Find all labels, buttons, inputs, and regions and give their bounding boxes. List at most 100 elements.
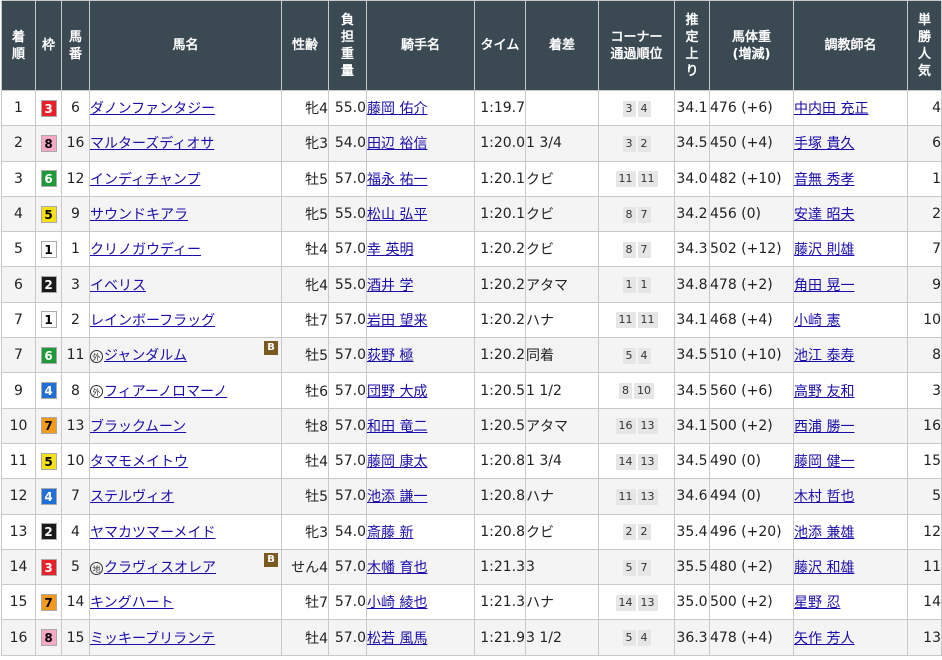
table-row: 10 7 13 ブラックムーン 牡8 57.0 和田 竜二 1:20.5 アタマ 16 13 34.1… bbox=[1, 407, 942, 444]
trainer-link[interactable]: 高野 友和 bbox=[795, 384, 855, 400]
last3f-cell: 34.1 bbox=[674, 89, 710, 127]
jockey-link[interactable]: 田辺 裕信 bbox=[368, 136, 428, 152]
trainer-link[interactable]: 星野 忍 bbox=[795, 595, 841, 611]
time-value: 1:20.2 bbox=[480, 241, 525, 258]
waku-badge: 3 bbox=[40, 99, 57, 117]
umaban-cell: 4 bbox=[61, 513, 90, 550]
jockey-link[interactable]: 松山 弘平 bbox=[368, 207, 428, 223]
header-margin: 着差 bbox=[525, 0, 599, 91]
trainer-link[interactable]: 手塚 貴久 bbox=[795, 136, 855, 152]
bodyweight-cell: 510 (+10) bbox=[709, 337, 794, 374]
rank-cell: 3 bbox=[1, 160, 36, 197]
horse-link[interactable]: キングハート bbox=[91, 595, 174, 611]
rank-value: 3 bbox=[14, 170, 23, 187]
trainer-link[interactable]: 藤岡 健一 bbox=[795, 454, 855, 470]
time-value: 1:19.7 bbox=[480, 100, 525, 117]
trainer-link[interactable]: 池江 泰寿 bbox=[795, 348, 855, 364]
margin-value: 1 3/4 bbox=[526, 135, 562, 152]
horse-link[interactable]: ダノンファンタジー bbox=[91, 101, 216, 117]
margin-value: 1 3/4 bbox=[526, 453, 562, 470]
jockey-link[interactable]: 斎藤 新 bbox=[368, 525, 414, 541]
time-cell: 1:20.1 bbox=[474, 160, 526, 197]
trainer-link[interactable]: 西浦 勝一 bbox=[795, 419, 855, 435]
time-value: 1:20.8 bbox=[480, 488, 525, 505]
horse-link[interactable]: イベリス bbox=[91, 278, 147, 294]
trainer-link[interactable]: 中内田 充正 bbox=[795, 101, 869, 117]
jockey-link[interactable]: 岩田 望来 bbox=[368, 313, 428, 329]
horse-link[interactable]: マルターズディオサ bbox=[91, 136, 215, 152]
trainer-link[interactable]: 池添 兼雄 bbox=[795, 525, 855, 541]
corner-pass-2: 10 bbox=[634, 383, 654, 400]
trainer-link[interactable]: 藤沢 則雄 bbox=[795, 242, 855, 258]
horse-link[interactable]: インディチャンプ bbox=[91, 172, 201, 188]
trainer-link[interactable]: 音無 秀孝 bbox=[795, 172, 855, 188]
umaban-cell: 11 bbox=[61, 337, 90, 374]
trainer-link[interactable]: 小崎 憲 bbox=[795, 313, 841, 329]
time-cell: 1:21.3 bbox=[474, 584, 526, 621]
corner-pass-2: 13 bbox=[637, 453, 658, 470]
trainer-link[interactable]: 安達 昭夫 bbox=[795, 207, 855, 223]
horse-link[interactable]: ヤマカツマーメイド bbox=[91, 525, 216, 541]
popularity-value: 9 bbox=[932, 276, 941, 293]
horse-link[interactable]: ミッキーブリランテ bbox=[91, 631, 216, 647]
horse-link[interactable]: ステルヴィオ bbox=[91, 489, 175, 505]
popularity-value: 11 bbox=[923, 559, 941, 575]
trainer-link[interactable]: 角田 晃一 bbox=[795, 278, 855, 294]
sexage-cell: 牡5 bbox=[281, 160, 329, 197]
sexage-value: 牝5 bbox=[305, 207, 328, 224]
jockey-cell: 和田 竜二 bbox=[366, 407, 475, 444]
time-cell: 1:20.5 bbox=[474, 407, 526, 444]
horse-link[interactable]: クラヴィスオレア bbox=[104, 560, 216, 576]
origin-mark-icon: 外 bbox=[90, 385, 103, 399]
jockey-link[interactable]: 松若 風馬 bbox=[368, 631, 428, 647]
trainer-link[interactable]: 木村 哲也 bbox=[795, 489, 855, 505]
jockey-link[interactable]: 木幡 育也 bbox=[368, 560, 428, 576]
jockey-link[interactable]: 荻野 極 bbox=[368, 348, 414, 364]
jockey-link[interactable]: 酒井 学 bbox=[368, 278, 414, 294]
umaban-cell: 14 bbox=[61, 584, 90, 621]
corner-pass-2: 7 bbox=[637, 559, 651, 576]
horse-link[interactable]: ジャンダルム bbox=[104, 348, 187, 364]
trainer-link[interactable]: 矢作 芳人 bbox=[795, 631, 855, 647]
horse-link[interactable]: サウンドキアラ bbox=[91, 207, 189, 223]
rank-cell: 13 bbox=[1, 513, 36, 550]
waku-badge: 7 bbox=[40, 417, 57, 435]
jockey-link[interactable]: 藤岡 佑介 bbox=[368, 101, 428, 117]
table-row: 9 4 8 外フィアーノロマーノ 牡6 57.0 団野 大成 1:20.5 1 1/2 8 10 34… bbox=[1, 372, 942, 409]
trainer-link[interactable]: 藤沢 和雄 bbox=[795, 560, 855, 576]
trainer-cell: 星野 忍 bbox=[793, 584, 908, 621]
horse-link[interactable]: レインボーフラッグ bbox=[91, 313, 216, 329]
jockey-link[interactable]: 小崎 綾也 bbox=[368, 595, 428, 611]
corner-pass-1: 11 bbox=[615, 488, 636, 505]
corner-pass-1: 5 bbox=[622, 559, 636, 576]
waku-cell: 4 bbox=[35, 372, 62, 409]
trainer-cell: 藤岡 健一 bbox=[793, 442, 908, 480]
umaban-value: 4 bbox=[71, 523, 80, 540]
popularity-cell: 15 bbox=[907, 442, 942, 480]
corner-cell: 87 bbox=[598, 195, 675, 233]
horse-link[interactable]: フィアーノロマーノ bbox=[104, 384, 227, 400]
horse-link[interactable]: タマモメイトウ bbox=[91, 454, 189, 470]
corner-pass-1: 5 bbox=[622, 347, 636, 364]
jockey-link[interactable]: 池添 謙一 bbox=[368, 489, 428, 505]
jockey-link[interactable]: 和田 竜二 bbox=[368, 419, 428, 435]
jockey-link[interactable]: 幸 英明 bbox=[368, 242, 414, 258]
jockey-link[interactable]: 団野 大成 bbox=[368, 384, 428, 400]
header-corner: コーナー 通過順位 bbox=[598, 0, 675, 91]
weight-value: 57.0 bbox=[334, 594, 366, 611]
corner-cell: 54 bbox=[598, 337, 675, 374]
corner-pass-1: 14 bbox=[615, 453, 636, 470]
sexage-value: せん4 bbox=[291, 560, 328, 576]
last3f-value: 34.0 bbox=[676, 170, 708, 187]
margin-value: 1 1/2 bbox=[526, 382, 562, 399]
horse-cell: 外フィアーノロマーノ bbox=[89, 372, 282, 409]
horse-link[interactable]: クリノガウディー bbox=[91, 242, 202, 258]
corner-cell: 54 bbox=[598, 619, 675, 656]
horse-link[interactable]: ブラックムーン bbox=[91, 419, 187, 435]
bodyweight-value: 468 (+4) bbox=[710, 311, 773, 328]
table-row: 7 6 11 外ジャンダルム B 牡5 57.0 荻野 極 1:20.2 同着 5 4 34.5 510 … bbox=[1, 337, 942, 374]
jockey-link[interactable]: 藤岡 康太 bbox=[368, 454, 428, 470]
trainer-cell: 池江 泰寿 bbox=[793, 337, 908, 374]
weight-cell: 57.0 bbox=[328, 584, 367, 621]
jockey-link[interactable]: 福永 祐一 bbox=[368, 172, 428, 188]
